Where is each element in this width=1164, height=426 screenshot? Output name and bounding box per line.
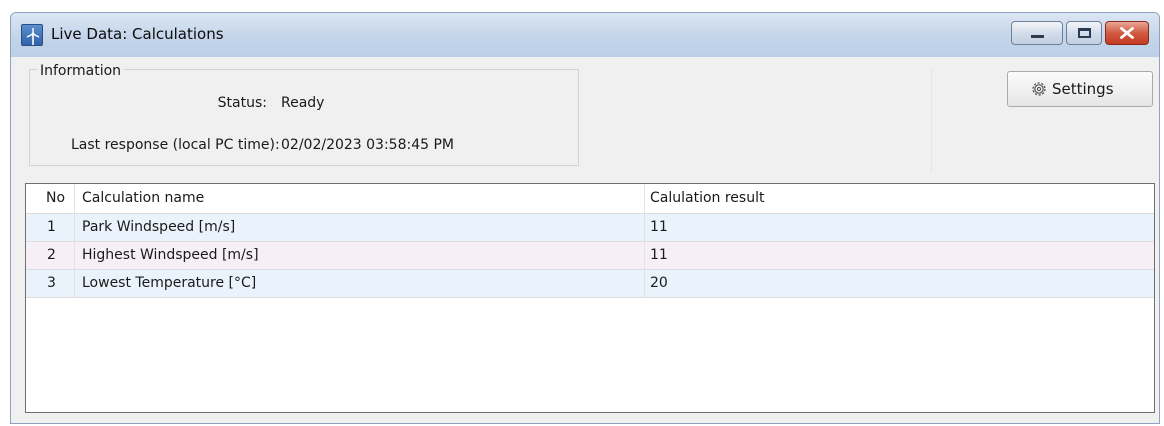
calculation-result: 11 [650,219,668,235]
table-row[interactable]: 1 Park Windspeed [m/s] 11 [26,214,1154,242]
row-number: 2 [47,247,56,263]
close-button[interactable] [1105,21,1149,45]
row-number: 1 [47,219,56,235]
column-header-calculation-result[interactable]: Calulation result [650,190,764,206]
column-header-no[interactable]: No [46,190,65,206]
calculations-table[interactable]: No Calculation name Calulation result 1 … [25,183,1155,413]
last-response-value: 02/02/2023 03:58:45 PM [281,137,454,153]
calculations-window: Live Data: Calculations Information Stat… [10,12,1160,424]
settings-button-label: Settings [1052,80,1114,98]
close-icon [1120,27,1134,39]
calculation-name: Highest Windspeed [m/s] [82,247,259,263]
settings-button[interactable]: Settings [1007,71,1153,107]
table-row[interactable]: 3 Lowest Temperature [°C] 20 [26,270,1154,298]
calculation-result: 20 [650,275,668,291]
column-divider [644,184,645,298]
status-label: Status: [217,95,267,111]
minimize-button[interactable] [1011,21,1063,45]
status-value: Ready [281,95,325,111]
title-bar[interactable]: Live Data: Calculations [11,13,1159,57]
row-number: 3 [47,275,56,291]
calculation-name: Park Windspeed [m/s] [82,219,236,235]
window-title: Live Data: Calculations [51,25,224,43]
column-header-calculation-name[interactable]: Calculation name [82,190,204,206]
information-group-title: Information [37,63,125,79]
column-divider [74,184,75,298]
calculation-result: 11 [650,247,668,263]
gear-icon [1032,82,1046,96]
table-row[interactable]: 2 Highest Windspeed [m/s] 11 [26,242,1154,270]
table-header: No Calculation name Calulation result [26,184,1154,214]
calculation-name: Lowest Temperature [°C] [82,275,257,291]
wind-turbine-app-icon [21,24,43,46]
minimize-icon [1031,35,1044,38]
maximize-button[interactable] [1066,21,1102,45]
maximize-icon [1078,28,1091,38]
last-response-label: Last response (local PC time): [71,137,280,153]
